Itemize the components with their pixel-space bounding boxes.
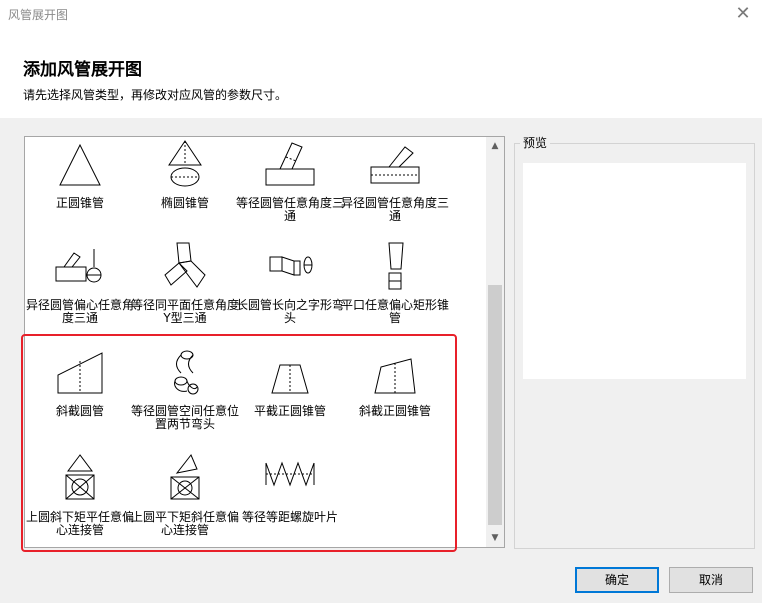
selection-highlight	[21, 334, 457, 552]
preview-area	[523, 163, 746, 379]
window-title: 风管展开图	[8, 8, 69, 22]
duct-item-zigzag-elbow[interactable]: 长圆管长向之字形弯头	[235, 241, 345, 345]
equal-tee-icon	[265, 142, 315, 186]
zigzag-elbow-icon	[269, 256, 313, 276]
duct-item-equal-tee[interactable]: 等径圆管任意角度三通	[235, 139, 345, 243]
duct-item-label: 平口任意偏心矩形锥管	[340, 298, 449, 325]
rect-reducer-icon	[388, 242, 404, 290]
vertical-scrollbar[interactable]: ▲ ▼	[486, 137, 504, 547]
reducing-tee-icon	[370, 146, 420, 184]
dialog-title: 添加风管展开图	[23, 60, 142, 80]
close-icon[interactable]: ✕	[732, 3, 754, 25]
duct-item-label: 椭圆锥管	[160, 196, 209, 210]
scroll-down-icon[interactable]: ▼	[486, 529, 504, 547]
scroll-thumb[interactable]	[488, 285, 502, 525]
eccentric-tee-icon	[55, 249, 102, 283]
duct-item-label: 异径圆管偏心任意角度三通	[25, 298, 134, 325]
duct-item-reducing-tee[interactable]: 异径圆管任意角度三通	[340, 139, 450, 243]
preview-label: 预览	[520, 134, 551, 151]
duct-item-rect-reducer[interactable]: 平口任意偏心矩形锥管	[340, 241, 450, 345]
dialog-subtitle: 请先选择风管类型，再修改对应风管的参数尺寸。	[23, 88, 288, 102]
duct-item-eccentric-tee[interactable]: 异径圆管偏心任意角度三通	[25, 241, 135, 345]
duct-item-right-cone[interactable]: 正圆锥管	[25, 139, 135, 243]
ok-button[interactable]: 确定	[575, 567, 659, 593]
y-tee-icon	[164, 242, 206, 288]
duct-item-label: 长圆管长向之字形弯头	[235, 298, 344, 325]
cancel-button[interactable]: 取消	[669, 567, 753, 593]
duct-item-y-tee[interactable]: 等径同平面任意角度Y型三通	[130, 241, 240, 345]
duct-item-oval-cone[interactable]: 椭圆锥管	[130, 139, 240, 243]
right-cone-icon	[59, 143, 101, 186]
oval-cone-icon	[168, 140, 202, 187]
duct-item-label: 等径圆管任意角度三通	[235, 196, 344, 223]
scroll-up-icon[interactable]: ▲	[486, 137, 504, 155]
duct-item-label: 正圆锥管	[55, 196, 104, 210]
duct-item-label: 异径圆管任意角度三通	[340, 196, 449, 223]
title-bar: 风管展开图 ✕	[0, 0, 762, 30]
duct-item-label: 等径同平面任意角度Y型三通	[130, 298, 239, 325]
